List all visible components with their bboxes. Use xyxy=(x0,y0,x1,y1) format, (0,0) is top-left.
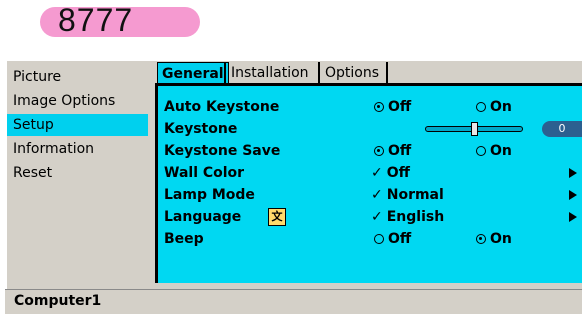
tab-divider xyxy=(224,62,226,84)
tab-options[interactable]: Options xyxy=(321,62,383,84)
tab-divider xyxy=(318,62,320,84)
sidebar-item-picture[interactable]: Picture xyxy=(7,66,148,88)
lamp-mode-value[interactable]: ✓ Normal xyxy=(371,186,444,204)
beep-label: Beep xyxy=(164,231,204,247)
auto-keystone-on-option[interactable]: On xyxy=(476,98,512,116)
wall-color-label: Wall Color xyxy=(164,165,245,181)
keystone-save-off-option[interactable]: Off xyxy=(374,142,411,160)
lamp-mode-label: Lamp Mode xyxy=(164,187,255,203)
keystone-label: Keystone xyxy=(164,121,238,137)
beep-on-option[interactable]: On xyxy=(476,230,512,248)
tab-divider xyxy=(386,62,388,84)
submenu-arrow-icon[interactable] xyxy=(569,212,577,222)
radio-selected-icon xyxy=(476,234,486,244)
radio-selected-icon xyxy=(374,146,384,156)
auto-keystone-off-option[interactable]: Off xyxy=(374,98,411,116)
language-icon: 文 xyxy=(268,208,286,226)
submenu-arrow-icon[interactable] xyxy=(569,168,577,178)
keystone-save-label: Keystone Save xyxy=(164,143,281,159)
checkmark-icon: ✓ xyxy=(371,165,383,181)
checkmark-icon: ✓ xyxy=(371,187,383,203)
tab-general[interactable]: General xyxy=(157,62,229,84)
checkmark-icon: ✓ xyxy=(371,209,383,225)
submenu-arrow-icon[interactable] xyxy=(569,190,577,200)
radio-unselected-icon xyxy=(476,102,486,112)
sidebar-item-reset[interactable]: Reset xyxy=(7,162,148,184)
radio-unselected-icon xyxy=(374,234,384,244)
beep-off-option[interactable]: Off xyxy=(374,230,411,248)
code-label: 8777 xyxy=(58,2,134,38)
sidebar-item-setup[interactable]: Setup xyxy=(7,114,148,136)
language-value[interactable]: ✓ English xyxy=(371,208,444,226)
sidebar-item-information[interactable]: Information xyxy=(7,138,148,160)
radio-unselected-icon xyxy=(476,146,486,156)
keystone-save-on-option[interactable]: On xyxy=(476,142,512,160)
input-source-label: Computer1 xyxy=(14,293,102,309)
radio-selected-icon xyxy=(374,102,384,112)
keystone-slider-thumb[interactable] xyxy=(471,122,478,136)
wall-color-value[interactable]: ✓ Off xyxy=(371,164,410,182)
auto-keystone-label: Auto Keystone xyxy=(164,99,280,115)
sidebar-item-image-options[interactable]: Image Options xyxy=(7,90,148,112)
keystone-value-badge: 0 xyxy=(542,121,582,137)
language-label: Language xyxy=(164,209,242,225)
tab-installation[interactable]: Installation xyxy=(227,62,313,84)
